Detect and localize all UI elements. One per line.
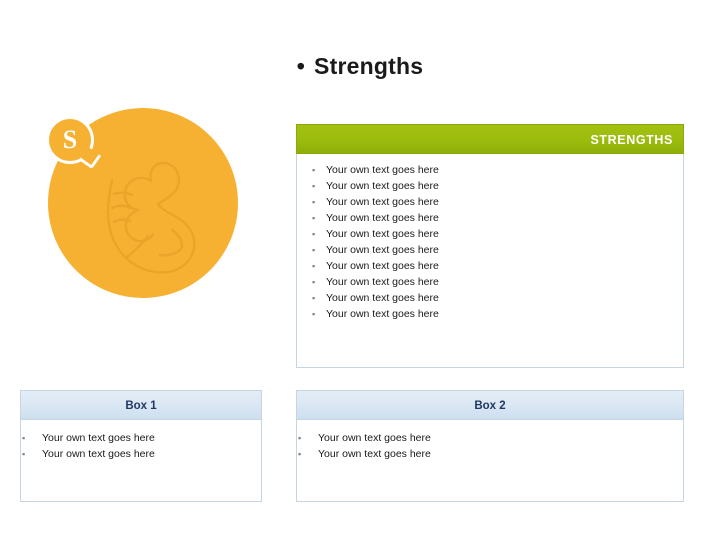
box2-list-item: ▪ Your own text goes here bbox=[298, 430, 680, 446]
box2-list-item: ▪ Your own text goes here bbox=[298, 446, 680, 462]
box1-bullet-list: ▪ Your own text goes here ▪ Your own text g… bbox=[22, 430, 258, 462]
strengths-list-item: ▪ Your own text goes here bbox=[312, 274, 672, 290]
strengths-list-item: ▪ Your own text goes here bbox=[312, 306, 672, 322]
strengths-list-item-text: Your own text goes here bbox=[326, 308, 439, 320]
title-text: Strengths bbox=[314, 53, 424, 80]
title-row: • Strengths bbox=[297, 52, 423, 80]
box1-list-item: ▪ Your own text goes here bbox=[22, 446, 258, 462]
strengths-list-item-text: Your own text goes here bbox=[326, 292, 439, 304]
box2-bullet-list: ▪ Your own text goes here ▪ Your own text g… bbox=[298, 430, 680, 462]
box2-list-item-text: Your own text goes here bbox=[318, 448, 431, 460]
box1-header: Box 1 bbox=[20, 390, 262, 420]
slide-canvas: • Strengths S STRENGTHS ▪ Your own text … bbox=[0, 0, 720, 540]
box1-list-item-text: Your own text goes here bbox=[42, 448, 155, 460]
strengths-list-item: ▪ Your own text goes here bbox=[312, 258, 672, 274]
strengths-list-item-text: Your own text goes here bbox=[326, 260, 439, 272]
box1-header-label: Box 1 bbox=[125, 400, 157, 412]
strengths-list-item-text: Your own text goes here bbox=[326, 180, 439, 192]
square-bullet-icon: ▪ bbox=[22, 433, 26, 443]
strengths-list-item: ▪ Your own text goes here bbox=[312, 290, 672, 306]
strengths-list-item-text: Your own text goes here bbox=[326, 164, 439, 176]
box1-list-item: ▪ Your own text goes here bbox=[22, 430, 258, 446]
square-bullet-icon: ▪ bbox=[312, 245, 316, 255]
box2-header-label: Box 2 bbox=[474, 400, 506, 412]
strengths-list-item: ▪ Your own text goes here bbox=[312, 242, 672, 258]
square-bullet-icon: ▪ bbox=[312, 309, 316, 319]
strengths-list-item: ▪ Your own text goes here bbox=[312, 226, 672, 242]
square-bullet-icon: ▪ bbox=[298, 433, 302, 443]
square-bullet-icon: ▪ bbox=[22, 449, 26, 459]
strengths-list-item-text: Your own text goes here bbox=[326, 212, 439, 224]
strengths-list-item: ▪ Your own text goes here bbox=[312, 210, 672, 226]
page-title: • Strengths bbox=[0, 52, 720, 80]
square-bullet-icon: ▪ bbox=[312, 261, 316, 271]
strengths-list-item-text: Your own text goes here bbox=[326, 228, 439, 240]
square-bullet-icon: ▪ bbox=[312, 293, 316, 303]
strengths-list-item-text: Your own text goes here bbox=[326, 196, 439, 208]
strength-graphic: S bbox=[46, 108, 238, 298]
box2-list-item-text: Your own text goes here bbox=[318, 432, 431, 444]
square-bullet-icon: ▪ bbox=[312, 165, 316, 175]
strengths-list-item: ▪ Your own text goes here bbox=[312, 194, 672, 210]
strengths-list-item-text: Your own text goes here bbox=[326, 244, 439, 256]
strengths-list-item: ▪ Your own text goes here bbox=[312, 162, 672, 178]
box2-header: Box 2 bbox=[296, 390, 684, 420]
square-bullet-icon: ▪ bbox=[312, 213, 316, 223]
strengths-header-label: STRENGTHS bbox=[590, 133, 673, 147]
strengths-panel-header: STRENGTHS bbox=[296, 124, 684, 154]
title-bullet-icon: • bbox=[296, 53, 306, 80]
square-bullet-icon: ▪ bbox=[312, 229, 316, 239]
square-bullet-icon: ▪ bbox=[312, 197, 316, 207]
strengths-list-item: ▪ Your own text goes here bbox=[312, 178, 672, 194]
box1-list-item-text: Your own text goes here bbox=[42, 432, 155, 444]
square-bullet-icon: ▪ bbox=[312, 181, 316, 191]
square-bullet-icon: ▪ bbox=[298, 449, 302, 459]
strengths-bullet-list: ▪ Your own text goes here ▪ Your own text g… bbox=[312, 162, 672, 322]
strengths-list-item-text: Your own text goes here bbox=[326, 276, 439, 288]
square-bullet-icon: ▪ bbox=[312, 277, 316, 287]
